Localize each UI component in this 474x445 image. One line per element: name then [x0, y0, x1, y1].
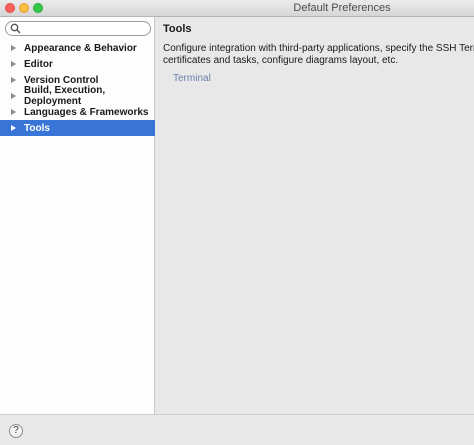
expand-arrow-icon[interactable]	[11, 109, 16, 115]
search-field[interactable]	[5, 21, 151, 36]
tree-item-label: Build, Execution, Deployment	[24, 85, 106, 107]
expand-arrow-icon[interactable]	[11, 125, 16, 131]
expand-arrow-icon[interactable]	[11, 45, 16, 51]
tree-item-label: Tools	[24, 122, 50, 134]
tree-item-label: Version Control	[24, 74, 99, 86]
help-button[interactable]: ?	[9, 424, 23, 438]
tree-item-editor[interactable]: Editor	[0, 56, 155, 72]
page-title: Tools	[163, 23, 192, 35]
settings-tree: Appearance & Behavior Editor Version Con…	[0, 40, 155, 136]
tree-item-tools[interactable]: Tools	[0, 120, 155, 136]
settings-content-panel: Tools Configure integration with third-p…	[155, 17, 474, 414]
tree-item-label: Languages & Frameworks	[24, 106, 149, 118]
description-line: Configure integration with third-party a…	[163, 43, 474, 54]
tree-item-appearance-behavior[interactable]: Appearance & Behavior	[0, 40, 155, 56]
search-icon	[10, 23, 21, 34]
window-titlebar: Default Preferences	[0, 0, 474, 17]
window-title: Default Preferences	[293, 2, 391, 14]
expand-arrow-icon[interactable]	[11, 61, 16, 67]
terminal-link[interactable]: Terminal	[173, 73, 211, 84]
tree-item-build-execution-deployment[interactable]: Build, Execution, Deployment	[0, 85, 155, 107]
dialog-footer: ?	[0, 414, 474, 445]
tree-item-label: Editor	[24, 58, 53, 70]
tree-item-languages-frameworks[interactable]: Languages & Frameworks	[0, 104, 155, 120]
section-description: Configure integration with third-party a…	[163, 43, 474, 67]
settings-sidebar: Appearance & Behavior Editor Version Con…	[0, 17, 155, 414]
expand-arrow-icon[interactable]	[11, 77, 16, 83]
description-line: certificates and tasks, configure diagra…	[163, 55, 399, 66]
search-input[interactable]	[22, 22, 146, 35]
expand-arrow-icon[interactable]	[11, 93, 16, 99]
tree-item-label: Appearance & Behavior	[24, 42, 137, 54]
